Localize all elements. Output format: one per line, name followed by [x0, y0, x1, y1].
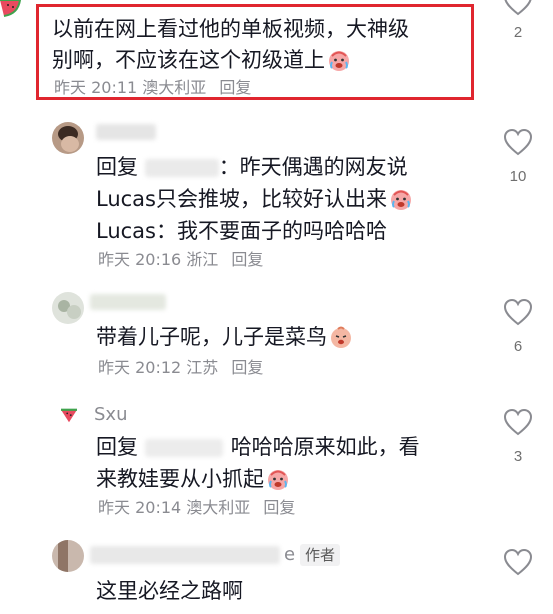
heart-icon[interactable] [503, 408, 533, 436]
comment-2-reply-button[interactable]: 回复 [231, 250, 263, 269]
comment-3-like[interactable]: 6 [496, 298, 540, 355]
comment-1-time: 昨天 20:11 [54, 78, 138, 97]
comment-4-text-line2: 来教娃要从小抓起 [96, 467, 264, 491]
comment-4-reply-prefix: 回复 [96, 435, 138, 459]
comment-1-like[interactable]: 2 [496, 0, 540, 41]
comment-2-like[interactable]: 10 [496, 128, 540, 185]
crying-laughing-emoji-icon [329, 51, 349, 71]
comment-3-like-count: 6 [513, 338, 523, 355]
comment-1-reply-button[interactable]: 回复 [219, 78, 251, 97]
user-avatar[interactable] [52, 122, 84, 154]
comment-2-time: 昨天 20:16 [98, 250, 182, 269]
comment-4-text-line1-suffix: 哈哈哈原来如此，看 [230, 435, 420, 459]
comment-1-text-line1: 以前在网上看过他的单板视频，大神级 [52, 17, 409, 41]
comment-list: 以前在网上看过他的单板视频，大神级 别啊，不应该在这个初级道上 昨天 20:11… [0, 0, 553, 614]
comment-4-reply-button[interactable]: 回复 [263, 498, 295, 517]
heart-icon[interactable] [503, 298, 533, 326]
comment-2-text-line2: Lucas只会推坡，比较好认出来 [96, 187, 387, 211]
comment-1-location: 澳大利亚 [142, 78, 207, 97]
crying-laughing-emoji-icon [391, 190, 411, 210]
crying-laughing-emoji-icon [268, 470, 288, 490]
comment-4-text-line2-wrap: 来教娃要从小抓起 [96, 464, 290, 495]
comment-4-like[interactable]: 3 [496, 408, 540, 465]
comment-3-text-line1-wrap: 带着儿子呢，儿子是菜鸟 [96, 322, 353, 353]
user-avatar[interactable] [52, 292, 84, 324]
comment-2-meta: 昨天 20:16 浙江 回复 [98, 250, 263, 270]
user-avatar[interactable] [52, 540, 84, 572]
comment-5-username-tail[interactable]: e [284, 544, 295, 566]
comment-4-meta: 昨天 20:14 澳大利亚 回复 [98, 498, 295, 518]
blurred-mention [144, 159, 219, 177]
watermelon-avatar[interactable] [60, 408, 78, 424]
comment-3-time: 昨天 20:12 [98, 358, 182, 377]
comment-4-time: 昨天 20:14 [98, 498, 182, 517]
heart-icon[interactable] [503, 548, 533, 576]
comment-4-username[interactable]: Sxu [94, 404, 128, 426]
comment-2-text-line2-wrap: Lucas只会推坡，比较好认出来 [96, 184, 413, 215]
comment-2-reply-prefix: 回复 [96, 155, 138, 179]
author-badge: 作者 [300, 544, 341, 566]
comment-3-text-line1: 带着儿子呢，儿子是菜鸟 [96, 325, 327, 349]
comment-4-text-line1: 回复 哈哈哈原来如此，看 [96, 432, 420, 463]
comment-4-location: 澳大利亚 [186, 498, 251, 517]
blurred-username [96, 124, 156, 140]
blurred-mention [144, 439, 223, 457]
comment-1-text-line2: 别啊，不应该在这个初级道上 [52, 48, 325, 72]
blurred-username [90, 294, 166, 310]
blurred-username [90, 546, 280, 564]
comment-1-like-count: 2 [513, 24, 523, 41]
heart-icon[interactable] [503, 0, 533, 16]
comment-4-like-count: 3 [513, 448, 523, 465]
comment-3-meta: 昨天 20:12 江苏 回复 [98, 358, 263, 378]
crying-baby-emoji-icon [331, 326, 351, 348]
comment-2-text-line3: Lucas：我不要面子的吗哈哈哈 [96, 219, 387, 243]
comment-5-like[interactable] [496, 548, 540, 576]
heart-icon[interactable] [503, 128, 533, 156]
comment-1-meta: 昨天 20:11 澳大利亚 回复 [54, 78, 251, 98]
watermelon-avatar[interactable] [0, 0, 22, 18]
comment-1-text-line2-wrap: 别啊，不应该在这个初级道上 [52, 45, 351, 76]
comment-2-like-count: 10 [509, 168, 527, 185]
comment-5-text-line1: 这里必经之路啊 [96, 579, 243, 603]
comment-2-text-line1: 回复 ：昨天偶遇的网友说 [96, 152, 408, 183]
comment-3-location: 江苏 [186, 358, 219, 377]
comment-2-location: 浙江 [186, 250, 219, 269]
comment-2-text-line1-suffix: ：昨天偶遇的网友说 [218, 155, 408, 179]
comment-3-reply-button[interactable]: 回复 [231, 358, 263, 377]
